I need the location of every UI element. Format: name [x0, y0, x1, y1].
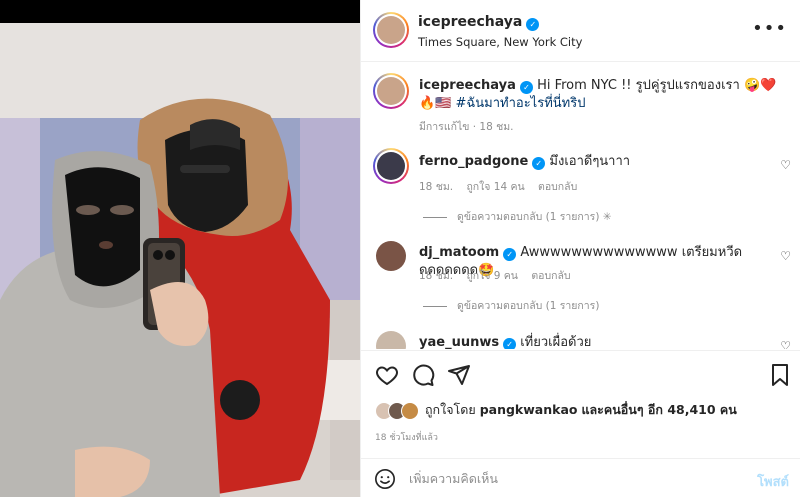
- comment-like-icon[interactable]: ♡: [780, 158, 791, 172]
- comment-like-icon[interactable]: ♡: [780, 249, 791, 263]
- view-replies-button[interactable]: ดูข้อความตอบกลับ (1 รายการ) ✳: [423, 208, 612, 225]
- add-comment-bar: โพสต์: [361, 458, 800, 497]
- reply-button[interactable]: ตอบกลับ: [531, 270, 570, 282]
- comment-item: dj_matoom ✓ Awwwwwwwwwwwwww เตรียมหวีดดดด…: [361, 239, 800, 319]
- caption-text: icepreechaya ✓ Hi From NYC !! รูปคู่รูปแร…: [419, 78, 777, 111]
- caption-meta: มีการแก้ไข · 18 ชม.: [419, 121, 514, 133]
- commenter-avatar[interactable]: [373, 148, 409, 184]
- share-icon[interactable]: [447, 363, 471, 391]
- verified-icon: ✓: [532, 157, 546, 170]
- comment-icon[interactable]: [411, 363, 435, 391]
- comment-text: ferno_padgone ✓ มึงเอาดีๆนาาา: [419, 154, 631, 170]
- post-timestamp[interactable]: 18 ชั่วโมงที่แล้ว: [375, 430, 438, 444]
- bookmark-icon[interactable]: [769, 363, 791, 391]
- likes-summary: ถูกใจโดย pangkwankao และคนอื่นๆ อีก 48,4…: [375, 400, 737, 420]
- comment-meta: 18 ชม. ถูกใจ 14 คน ตอบกลับ: [419, 181, 578, 193]
- loading-spinner-icon: ✳: [602, 211, 612, 223]
- reply-button[interactable]: ตอบกลับ: [538, 181, 577, 193]
- author-avatar[interactable]: [373, 12, 409, 48]
- liker-avatars: [375, 401, 421, 420]
- comment-item: ferno_padgone ✓ มึงเอาดีๆนาาา 18 ชม. ถูกใ…: [361, 148, 800, 228]
- caption: icepreechaya ✓ Hi From NYC !! รูปคู่รูปแร…: [361, 73, 800, 133]
- comment-item: yae_uunws ✓ เที่ยวเผื่อด้วย ♡: [361, 329, 800, 349]
- post-comment-button[interactable]: โพสต์: [757, 471, 789, 492]
- verified-icon: ✓: [503, 248, 517, 261]
- comment-like-icon[interactable]: ♡: [780, 339, 791, 349]
- action-bar: [361, 350, 800, 400]
- heart-icon[interactable]: [375, 363, 399, 391]
- commenter-avatar[interactable]: [376, 331, 406, 349]
- post-image: [0, 0, 360, 497]
- verified-icon: ✓: [503, 338, 517, 349]
- emoji-icon[interactable]: [374, 468, 396, 494]
- author-avatar[interactable]: [373, 73, 409, 109]
- verified-icon: ✓: [519, 81, 533, 94]
- view-replies-button[interactable]: ดูข้อความตอบกลับ (1 รายการ): [423, 297, 599, 314]
- comments-list[interactable]: icepreechaya ✓ Hi From NYC !! รูปคู่รูปแร…: [361, 63, 800, 349]
- comment-text: yae_uunws ✓ เที่ยวเผื่อด้วย: [419, 335, 592, 349]
- commenter-avatar[interactable]: [376, 241, 406, 271]
- post-photo[interactable]: [0, 0, 360, 497]
- hashtag-link[interactable]: #ฉันมาทำอะไรที่นี่ทริป: [456, 96, 586, 111]
- post-side-panel: icepreechaya ✓ Times Square, New York Cit…: [360, 0, 800, 497]
- more-icon[interactable]: •••: [752, 18, 787, 39]
- post-location[interactable]: Times Square, New York City: [418, 35, 582, 49]
- comment-meta: 18 ชม. ถูกใจ 9 คน ตอบกลับ: [419, 270, 571, 282]
- instagram-post-window: icepreechaya ✓ Times Square, New York Cit…: [0, 0, 800, 497]
- post-header: icepreechaya ✓ Times Square, New York Cit…: [361, 0, 800, 62]
- verified-icon: ✓: [526, 18, 540, 31]
- author-username[interactable]: icepreechaya ✓: [418, 14, 540, 31]
- comment-input[interactable]: [409, 467, 739, 489]
